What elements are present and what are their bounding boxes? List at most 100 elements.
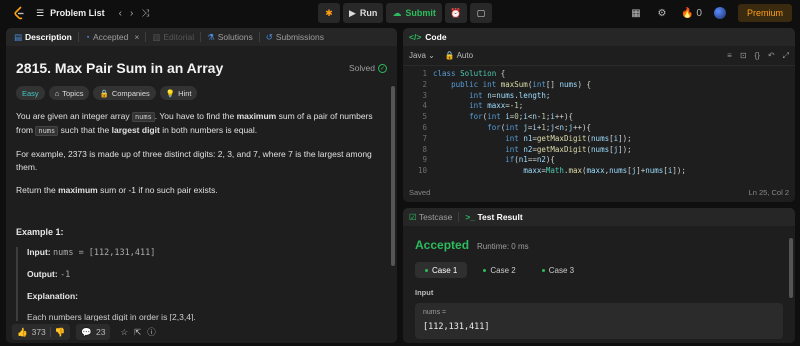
tab-test-result[interactable]: >_ Test Result	[465, 212, 522, 222]
help-icon[interactable]: ⓘ	[147, 326, 156, 338]
saved-status: Saved	[409, 188, 431, 197]
tab-solutions[interactable]: ⚗ Solutions	[203, 28, 257, 46]
tab-description-label: Description	[25, 32, 72, 42]
case-tab-2[interactable]: Case 2	[473, 262, 525, 278]
output-value: -1	[60, 270, 71, 280]
like-button[interactable]: 👍 373 👎	[12, 324, 71, 340]
lock-icon: 🔒	[444, 51, 455, 60]
scrollbar[interactable]	[391, 86, 395, 266]
pass-dot	[483, 268, 487, 272]
chevron-left-icon[interactable]: ‹	[119, 8, 122, 19]
example-output: Output: -1	[27, 269, 387, 280]
line-number: 4	[422, 101, 427, 111]
timer-button[interactable]: ⏰	[444, 3, 467, 23]
tab-accepted[interactable]: ◔ Accepted ×	[81, 28, 144, 46]
bug-icon: ✱	[325, 7, 333, 18]
tab-divider	[145, 32, 147, 42]
return-statement: Return the maximum sum or -1 if no such …	[16, 184, 388, 197]
chevron-down-icon: ⌄	[428, 51, 435, 60]
chevron-right-icon[interactable]: ›	[130, 8, 133, 19]
tab-submissions[interactable]: ↺ Submissions	[262, 28, 328, 46]
scrollbar[interactable]	[789, 238, 793, 298]
code-editor[interactable]: 1 2 3 4 5 6 7 8 9 10 class Solution { pu…	[403, 66, 795, 177]
leetcode-logo-icon[interactable]	[12, 6, 26, 20]
line-numbers: 1 2 3 4 5 6 7 8 9 10	[403, 69, 433, 177]
problem-title[interactable]: 2815. Max Pair Sum in an Array	[16, 60, 223, 76]
flask-icon: ⚗	[207, 31, 215, 42]
autocomplete-toggle[interactable]: 🔒 Auto	[445, 51, 473, 60]
close-icon[interactable]: ×	[134, 32, 139, 42]
runtime: Runtime: 0 ms	[477, 242, 529, 251]
code-line: int n2=getMaxDigit(nums[j]);	[505, 144, 632, 154]
text: . You have to find the	[154, 111, 237, 121]
example-explanation-label: Explanation:	[27, 291, 387, 301]
problem-list-button[interactable]: ☰ Problem List	[36, 8, 105, 19]
premium-button[interactable]: Premium	[737, 4, 792, 22]
text: sum or -1 if no such pair exists.	[97, 185, 218, 195]
tab-editorial[interactable]: ▥ Editorial	[148, 28, 198, 46]
test-result-panel: ☑ Testcase >_ Test Result Accepted Runti…	[403, 208, 795, 343]
language-select[interactable]: Java ⌄	[409, 51, 435, 60]
avatar[interactable]	[713, 7, 726, 19]
share-icon[interactable]: ⇱	[134, 327, 141, 338]
submit-label: Submit	[405, 8, 436, 18]
star-icon[interactable]: ☆	[120, 327, 128, 338]
gear-icon[interactable]: ⚙	[655, 6, 669, 20]
problem-statement: You are given an integer array nums. You…	[16, 110, 388, 138]
lock-icon: 🔒	[99, 88, 109, 98]
debug-button[interactable]: ✱	[318, 3, 340, 23]
tab-submissions-label: Submissions	[275, 32, 325, 42]
shuffle-icon[interactable]: ⤨	[141, 8, 149, 19]
comment-count: 23	[95, 327, 106, 337]
tab-description[interactable]: ▤ Description	[10, 28, 76, 46]
example-box: Input: nums = [112,131,411] Output: -1 E…	[16, 247, 387, 322]
braces-icon[interactable]: {}	[755, 51, 760, 61]
code-panel: </> Code Java ⌄ 🔒 Auto ≡ ⊡ {} ↶ ⤢ 1 2 3 …	[403, 28, 795, 202]
cursor-position: Ln 25, Col 2	[748, 188, 789, 197]
result-tabs: ☑ Testcase >_ Test Result	[403, 208, 795, 226]
example-input: Input: nums = [112,131,411]	[27, 247, 387, 258]
like-count: 373	[31, 327, 46, 337]
expand-icon[interactable]: ⤢	[783, 51, 789, 61]
comment-icon: 💬	[81, 326, 92, 337]
inline-code: nums	[131, 112, 155, 122]
comments-button[interactable]: 💬 23	[76, 324, 111, 340]
companies-tag[interactable]: 🔒 Companies	[93, 86, 156, 100]
text: You are given an integer array	[16, 111, 132, 121]
submit-button[interactable]: ☁ Submit	[386, 3, 442, 23]
streak-button[interactable]: 🔥 0	[681, 6, 702, 20]
line-number: 6	[422, 122, 427, 132]
case-label: Case 3	[548, 265, 575, 275]
notes-button[interactable]: ▢	[469, 3, 492, 23]
code-lines[interactable]: class Solution { public int maxSum(int[]…	[433, 69, 686, 177]
flame-icon: 🔥	[680, 7, 694, 19]
editor-status-bar: Saved Ln 25, Col 2	[409, 188, 789, 197]
tab-testcase[interactable]: ☑ Testcase	[409, 212, 452, 223]
case-tab-3[interactable]: Case 3	[532, 262, 584, 278]
line-number: 5	[422, 112, 427, 122]
code-line: int maxx=-1;	[469, 101, 524, 111]
case-tab-1[interactable]: Case 1	[415, 262, 468, 278]
code-line: class Solution {	[433, 69, 506, 78]
run-button[interactable]: ▶ Run	[343, 3, 384, 23]
cloud-upload-icon: ☁	[392, 7, 402, 18]
book-icon: ▥	[152, 31, 161, 42]
case-label: Case 2	[490, 265, 516, 275]
topics-tag[interactable]: ⌂ Topics	[48, 86, 90, 100]
checkbox-icon: ☑	[409, 211, 417, 222]
layout-grid-icon[interactable]: ▦	[629, 6, 643, 20]
undo-icon[interactable]: ↶	[768, 51, 775, 61]
format-icon[interactable]: ≡	[727, 51, 732, 61]
tab-accepted-label: Accepted	[92, 32, 129, 42]
mode-label: Auto	[456, 51, 474, 60]
code-line: public int maxSum(int[] nums) {	[451, 79, 592, 89]
thumbs-up-icon: 👍	[17, 326, 28, 337]
hint-tag[interactable]: 💡 Hint	[159, 86, 198, 100]
thumbs-down-icon[interactable]: 👎	[55, 327, 66, 338]
input-var-name: nums =	[423, 309, 447, 316]
example-note: For example, 2373 is made up of three di…	[16, 149, 372, 172]
case-label: Case 1	[432, 265, 458, 275]
description-panel: ▤ Description ◔ Accepted × ▥ Editorial ⚗…	[6, 28, 397, 343]
line-number: 8	[422, 144, 427, 154]
bookmark-icon[interactable]: ⊡	[740, 51, 747, 61]
